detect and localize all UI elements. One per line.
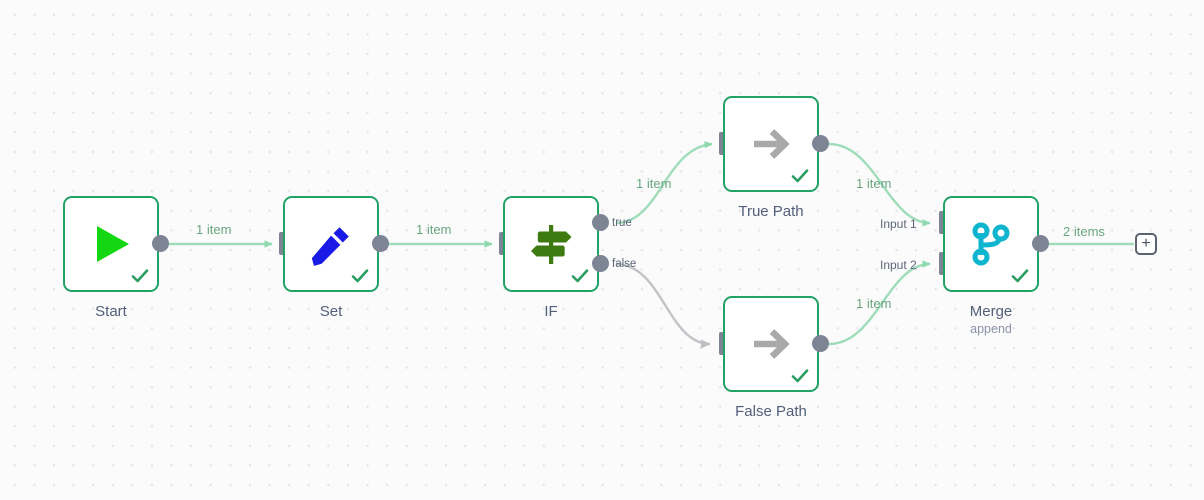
count-label-if-true-to-true-path: 1 item (636, 176, 672, 191)
add-node-button[interactable]: + (1135, 233, 1157, 255)
count-label-set-to-if: 1 item (416, 222, 452, 237)
count-label-merge-to-add: 2 items (1063, 224, 1105, 239)
status-check-icon (350, 266, 370, 286)
count-label-false-path-to-merge: 1 item (856, 296, 892, 311)
node-label-true-path: True Path (738, 203, 804, 220)
workflow-canvas[interactable]: Start Set true false IF True Path False … (0, 0, 1204, 500)
status-check-icon (790, 166, 810, 186)
input-label-2: Input 2 (880, 258, 917, 272)
node-label-merge: Merge (969, 303, 1013, 320)
pencil-icon (306, 219, 356, 269)
output-endpoint-merge[interactable] (1032, 235, 1049, 252)
arrow-right-icon (746, 119, 796, 169)
node-if[interactable] (503, 196, 599, 292)
arrow-right-icon (746, 319, 796, 369)
output-endpoint-true-path[interactable] (812, 135, 829, 152)
git-merge-icon (967, 220, 1015, 268)
node-false-path[interactable] (723, 296, 819, 392)
count-label-true-path-to-merge: 1 item (856, 176, 892, 191)
output-endpoint-start[interactable] (152, 235, 169, 252)
status-check-icon (130, 266, 150, 286)
output-endpoint-set[interactable] (372, 235, 389, 252)
status-check-icon (570, 266, 590, 286)
node-label-false-path: False Path (735, 403, 807, 420)
count-label-start-to-set: 1 item (196, 222, 232, 237)
status-check-icon (790, 366, 810, 386)
output-endpoint-if-true[interactable] (592, 214, 609, 231)
node-start[interactable] (63, 196, 159, 292)
node-label-set: Set (319, 303, 343, 320)
signpost-icon (526, 219, 576, 269)
node-true-path[interactable] (723, 96, 819, 192)
output-endpoint-false-path[interactable] (812, 335, 829, 352)
node-sublabel-merge: append (970, 322, 1012, 336)
node-set[interactable] (283, 196, 379, 292)
status-check-icon (1010, 266, 1030, 286)
node-merge[interactable] (943, 196, 1039, 292)
node-label-start: Start (95, 303, 127, 320)
play-triangle-icon (85, 218, 137, 270)
input-label-1: Input 1 (880, 217, 917, 231)
node-label-if: IF (544, 303, 558, 320)
output-endpoint-if-false[interactable] (592, 255, 609, 272)
port-label-true: true (612, 217, 632, 229)
port-label-false: false (612, 258, 637, 270)
